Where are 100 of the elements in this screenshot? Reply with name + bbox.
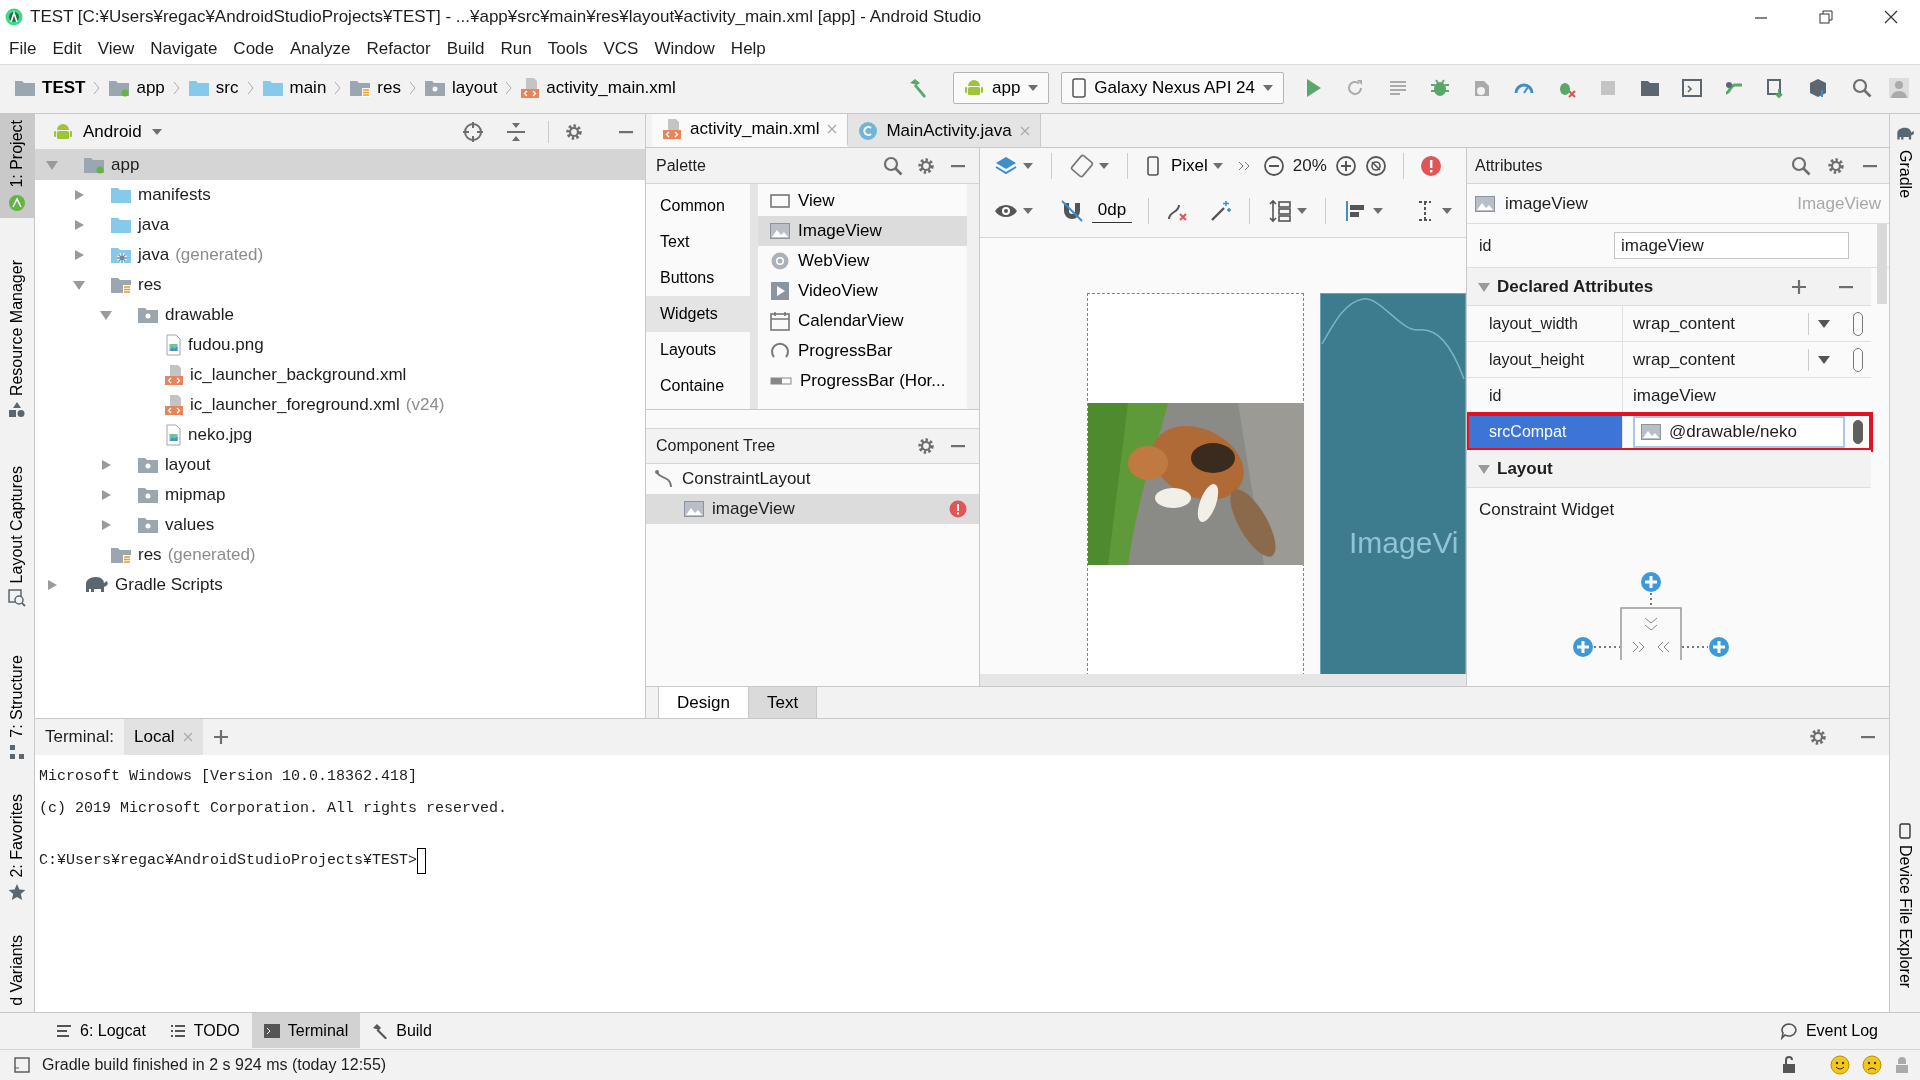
double-chevron-icon[interactable]	[1236, 160, 1251, 172]
new-tab-icon[interactable]	[212, 729, 229, 745]
palette-item[interactable]: VideoView	[758, 276, 967, 306]
margin-button[interactable]: 0dp	[1091, 198, 1133, 223]
menu-item[interactable]: Tools	[539, 39, 596, 59]
expand-arrow-icon[interactable]	[99, 488, 113, 502]
magic-wand-icon[interactable]	[1209, 198, 1234, 223]
dropdown-icon[interactable]	[1817, 354, 1831, 365]
collapse-arrow-icon[interactable]	[99, 308, 113, 322]
scrollbar[interactable]	[980, 674, 1466, 686]
editor-tab[interactable]: MainActivity.java	[848, 114, 1041, 147]
tree-item[interactable]: ic_launcher_background.xml	[35, 360, 645, 390]
restore-icon[interactable]	[1819, 10, 1833, 24]
breadcrumb-item[interactable]: src	[185, 78, 241, 98]
menu-item[interactable]: VCS	[595, 39, 647, 59]
breadcrumb-item[interactable]: layout	[422, 78, 500, 98]
settings-icon[interactable]	[917, 437, 935, 455]
palette-item[interactable]: ImageView	[758, 216, 967, 246]
search-icon[interactable]	[1852, 78, 1872, 98]
tool-window-button[interactable]: 2: Favorites	[0, 787, 34, 908]
collapse-arrow-icon[interactable]	[72, 278, 86, 292]
breadcrumb-item[interactable]: res	[347, 78, 403, 98]
project-view-dropdown[interactable]: Android	[47, 120, 168, 143]
settings-icon[interactable]	[1827, 156, 1845, 175]
tree-item[interactable]: Gradle Scripts	[35, 570, 645, 600]
palette-item[interactable]: View	[758, 186, 967, 216]
settings-icon[interactable]	[565, 122, 583, 141]
tree-item[interactable]: manifests	[35, 180, 645, 210]
zoom-in-icon[interactable]	[1334, 155, 1357, 177]
resource-picker-button[interactable]	[1853, 419, 1863, 444]
collapse-all-icon[interactable]	[506, 120, 526, 143]
zoom-out-icon[interactable]	[1262, 155, 1285, 177]
tree-item[interactable]: res	[35, 270, 645, 300]
tool-window-button[interactable]: Gradle	[1890, 120, 1920, 203]
palette-item[interactable]: ProgressBar (Hor...	[758, 366, 967, 396]
device-dropdown[interactable]: Galaxy Nexus API 24	[1061, 72, 1284, 104]
tree-item[interactable]: mipmap	[35, 480, 645, 510]
breadcrumb-item[interactable]: TEST	[12, 78, 88, 98]
attribute-row[interactable]: layout_height wrap_content	[1467, 342, 1871, 378]
run-configuration-dropdown[interactable]: app	[953, 72, 1050, 104]
settings-icon[interactable]	[1809, 728, 1827, 746]
editor-tab[interactable]: activity_main.xml	[652, 114, 849, 147]
package-icon[interactable]	[1807, 77, 1829, 99]
attribute-row[interactable]: id imageView	[1467, 378, 1871, 414]
palette-item[interactable]: WebView	[758, 246, 967, 276]
scrollbar[interactable]	[1877, 224, 1887, 304]
palette-item[interactable]: ProgressBar	[758, 336, 967, 366]
menu-item[interactable]: Code	[225, 39, 282, 59]
frown-icon[interactable]	[1862, 1054, 1882, 1075]
component-tree-item[interactable]: ConstraintLayout	[646, 464, 979, 494]
lock-icon[interactable]	[1782, 1055, 1798, 1074]
menu-item[interactable]: Run	[492, 39, 540, 59]
expand-arrow-icon[interactable]	[99, 458, 113, 472]
menu-item[interactable]: Refactor	[358, 39, 439, 59]
error-icon[interactable]	[949, 500, 967, 518]
tool-window-button[interactable]: Build	[360, 1013, 444, 1048]
zoom-to-fit-icon[interactable]	[1364, 155, 1387, 177]
tool-window-button[interactable]: d Variants	[0, 929, 34, 1012]
tool-window-button[interactable]: TODO	[157, 1013, 252, 1048]
menu-item[interactable]: Analyze	[282, 39, 359, 59]
pack-button[interactable]	[1266, 198, 1309, 223]
tool-window-button[interactable]: 6: Logcat	[44, 1013, 158, 1048]
smiley-icon[interactable]	[1830, 1054, 1850, 1075]
palette-category[interactable]: Containe	[646, 368, 750, 404]
id-field[interactable]: imageView	[1614, 232, 1849, 259]
menu-item[interactable]: File	[1, 39, 45, 59]
tree-item[interactable]: neko.jpg	[35, 420, 645, 450]
menu-item[interactable]: Navigate	[142, 39, 226, 59]
tree-item[interactable]: java (generated)	[35, 240, 645, 270]
component-tree-item[interactable]: imageView	[646, 494, 979, 524]
palette-category[interactable]: Common	[646, 188, 750, 224]
tree-item[interactable]: ic_launcher_foreground.xml (v24)	[35, 390, 645, 420]
search-icon[interactable]	[883, 155, 903, 176]
resource-field[interactable]: @drawable/neko	[1633, 415, 1845, 448]
expand-arrow-icon[interactable]	[72, 188, 86, 202]
tool-window-button[interactable]: 1: Project	[0, 114, 34, 218]
orientation-button[interactable]	[1068, 154, 1111, 178]
panel-toggle-icon[interactable]	[14, 1056, 30, 1073]
design-tab[interactable]: Design	[658, 687, 749, 718]
breadcrumb-item[interactable]: app	[106, 78, 167, 98]
expand-arrow-icon[interactable]	[99, 518, 113, 532]
add-icon[interactable]	[1791, 278, 1807, 295]
terminal-tab[interactable]: Local	[123, 719, 203, 755]
tool-window-button[interactable]: Terminal	[251, 1013, 361, 1048]
palette-category[interactable]: Text	[646, 224, 750, 260]
tree-item[interactable]: app	[35, 150, 645, 180]
tree-item[interactable]: java	[35, 210, 645, 240]
tree-item[interactable]: res (generated)	[35, 540, 645, 570]
expand-arrow-icon[interactable]	[72, 218, 86, 232]
dropdown-icon[interactable]	[1817, 318, 1831, 329]
search-icon[interactable]	[1791, 155, 1811, 176]
tool-window-button[interactable]: Layout Captures	[0, 459, 34, 614]
event-log-button[interactable]: Event Log	[1767, 1013, 1890, 1048]
breadcrumb-item[interactable]: activity_main.xml	[518, 77, 678, 99]
palette-item[interactable]: CalendarView	[758, 306, 967, 336]
palette-category[interactable]: Widgets	[646, 296, 750, 332]
attribute-row[interactable]: srcCompat @drawable/neko	[1467, 414, 1871, 450]
device-button[interactable]: Pixel	[1144, 156, 1225, 176]
attribute-row[interactable]: layout_width wrap_content	[1467, 306, 1871, 342]
menu-item[interactable]: Window	[646, 39, 723, 59]
